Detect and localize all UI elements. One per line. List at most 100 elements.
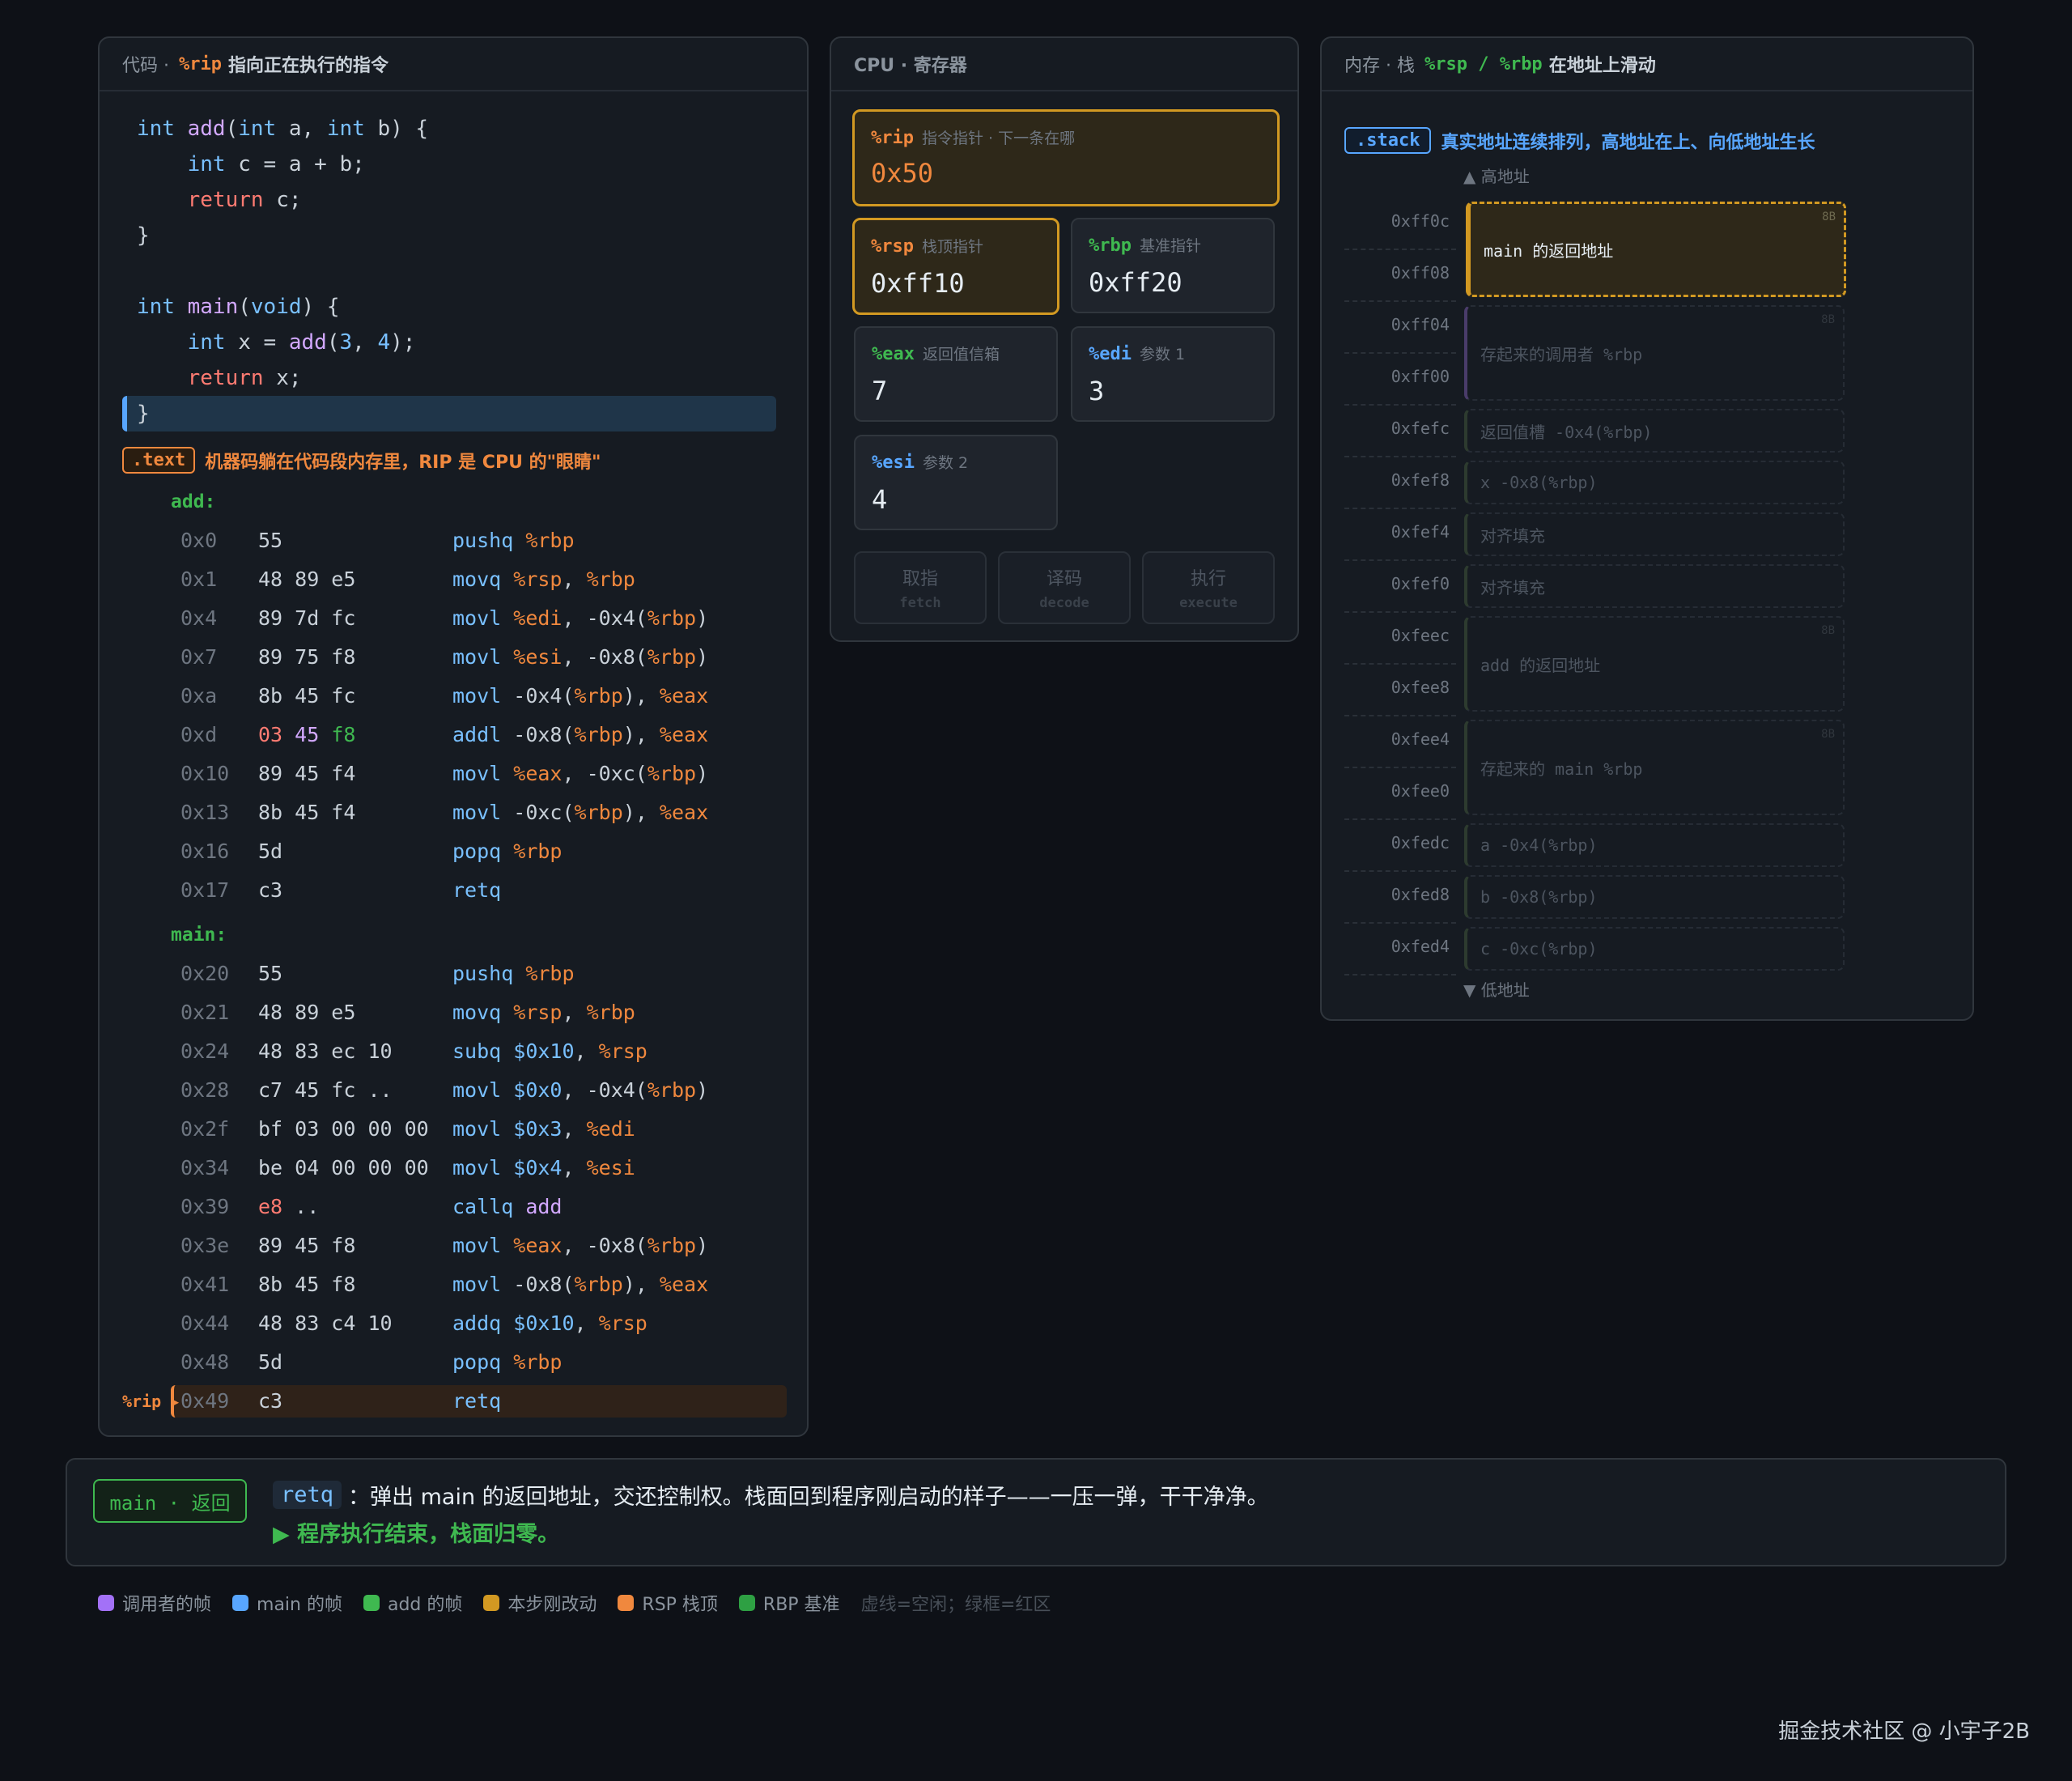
rip-pointer: %rip ▸ [122,1392,181,1411]
main-label: main: [171,925,227,946]
stack-panel-title: 内存 · 栈 [1344,56,1415,76]
step-description: retq ：弹出 main 的返回地址，交还控制权。栈面回到程序刚启动的样子——… [273,1479,1269,1511]
stage-fetch-sub: fetch [899,595,941,611]
register-rip-name: %rip [871,128,914,148]
stack-divider [1344,456,1456,457]
asm-address: 0x3e [180,1234,230,1257]
asm-row: 0x1 48 89 e5 movq %rsp, %rbp [100,563,810,596]
asm-row: 0x39 e8 .. callq add [100,1191,810,1223]
asm-instruction: movl -0xc(%rbp), %eax [452,801,709,824]
code-panel-title: 代码 · [122,56,169,76]
asm-instruction: movl -0x4(%rbp), %eax [452,684,709,708]
register-rsp: %rsp 栈顶指针 0xff10 [852,218,1059,315]
cpu-panel-header: CPU · 寄存器 [831,38,1297,91]
asm-bytes: 89 45 f4 [258,762,356,785]
asm-address: 0x7 [180,645,218,669]
text-segment-note: .text 机器码躺在代码段内存里，RIP 是 CPU 的"眼睛" [122,447,601,474]
asm-bytes: 55 [258,962,283,985]
stack-address: 0xfee8 [1391,678,1450,697]
add-label: add: [171,491,216,512]
asm-row-current: 0x49 c3 retq [171,1385,787,1418]
stack-panel-regs: %rsp / %rbp [1424,53,1543,74]
asm-address: 0x1 [180,567,218,591]
stack-address: 0xfef0 [1391,574,1450,593]
register-edi-desc: 参数 1 [1139,346,1186,363]
legend-item: main 的帧 [232,1590,342,1616]
stack-slot: a -0x4(%rbp) [1464,823,1845,867]
legend-note: 虚线=空闲；绿框=红区 [860,1595,1051,1615]
register-edi-name: %edi [1089,344,1132,364]
stack-slot: x -0x8(%rbp) [1464,461,1845,504]
asm-instruction: pushq %rbp [452,529,575,552]
asm-row: 0x44 48 83 c4 10 addq $0x10, %rsp [100,1307,810,1340]
register-rbp-name: %rbp [1089,236,1132,256]
register-rip: %rip 指令指针 · 下一条在哪 0x50 [852,109,1280,206]
register-edi-value: 3 [1089,376,1105,406]
register-rbp-value: 0xff20 [1089,267,1182,298]
source-line: int x = add(3, 4); [187,330,416,355]
low-address-label: ▼ 低地址 [1463,980,1530,1000]
stack-slot-label: add 的返回地址 [1480,655,1601,675]
register-rsp-desc: 栈顶指针 [921,238,983,256]
stack-slot-size: 8B [1821,624,1835,637]
asm-instruction: movl $0x4, %esi [452,1156,635,1180]
step-status-bar: main · 返回 retq ：弹出 main 的返回地址，交还控制权。栈面回到… [66,1458,2006,1566]
asm-instruction: movl %eax, -0xc(%rbp) [452,762,709,785]
high-address-label: ▲ 高地址 [1463,167,1530,186]
asm-bytes: c3 [258,1389,283,1413]
asm-bytes: 48 89 e5 [258,567,356,591]
asm-address: 0xa [180,684,218,708]
stack-slot-label: 返回值槽 -0x4(%rbp) [1480,422,1653,442]
legend-item: 本步刚改动 [483,1590,597,1616]
stack-divider [1344,870,1456,872]
stack-slot-size: 8B [1821,728,1835,741]
asm-address: 0x10 [180,762,230,785]
asm-bytes: 8b 45 fc [258,684,356,708]
credit-watermark: 掘金技术社区 @ 小宇子2B [1778,1719,2030,1744]
asm-row: 0x24 48 83 ec 10 subq $0x10, %rsp [100,1035,810,1068]
stage-execute-sub: execute [1179,595,1238,611]
stack-slot: b -0x8(%rbp) [1464,875,1845,919]
asm-row: 0x7 89 75 f8 movl %esi, -0x8(%rbp) [100,641,810,674]
stack-slot: 对齐填充 [1464,512,1845,556]
register-edi: %edi 参数 1 3 [1071,326,1275,422]
asm-bytes: 89 45 f8 [258,1234,356,1257]
stack-slot: 对齐填充 [1464,564,1845,608]
asm-bytes: 48 83 c4 10 [258,1311,393,1335]
asm-address: 0xd [180,723,218,746]
asm-bytes: 89 75 f8 [258,645,356,669]
asm-instruction: movl $0x3, %edi [452,1117,635,1141]
legend-swatch [363,1595,380,1611]
source-line-current: } [122,396,776,431]
asm-row: 0x48 5d popq %rbp [100,1346,810,1379]
asm-bytes: 5d [258,839,283,863]
cpu-panel-title: CPU · 寄存器 [854,56,967,76]
stack-panel: 内存 · 栈 %rsp / %rbp 在地址上滑动 .stack 真实地址连续排… [1320,36,1974,1021]
asm-address: 0x13 [180,801,230,824]
stack-divider [1344,352,1456,354]
legend-swatch [483,1595,500,1611]
asm-instruction: movq %rsp, %rbp [452,567,635,591]
asm-bytes: c3 [258,878,283,902]
stack-slot-current: main 的返回地址 8B [1466,202,1846,297]
stack-divider [1344,663,1456,665]
stack-note: .stack 真实地址连续排列，高地址在上、向低地址生长 [1344,127,1815,154]
text-segment-tag: .text [122,447,196,474]
stack-divider [1344,767,1456,768]
asm-address: 0x0 [180,529,218,552]
stack-slot: 存起来的调用者 %rbp 8B [1464,305,1845,401]
register-rbp-desc: 基准指针 [1139,237,1201,255]
asm-instruction: movl %edi, -0x4(%rbp) [452,606,709,630]
legend-item: RSP 栈顶 [618,1590,718,1616]
asm-instruction: subq $0x10, %rsp [452,1039,648,1063]
register-eax: %eax 返回值信箱 7 [854,326,1058,422]
stack-slot: 返回值槽 -0x4(%rbp) [1464,409,1845,453]
c-source-code: int add(int a, int b) { int c = a + b; r… [122,111,800,431]
legend-label: 本步刚改动 [507,1595,597,1615]
legend-item: add 的帧 [363,1590,462,1616]
asm-bytes: 03 45 f8 [258,723,356,746]
asm-instruction: movl %esi, -0x8(%rbp) [452,645,709,669]
stage-fetch-label: 取指 [902,569,938,589]
legend: 调用者的帧 main 的帧 add 的帧 本步刚改动 RSP 栈顶 RBP 基准 虚线=空闲… [98,1590,1051,1616]
asm-bytes: 48 89 e5 [258,1001,356,1024]
